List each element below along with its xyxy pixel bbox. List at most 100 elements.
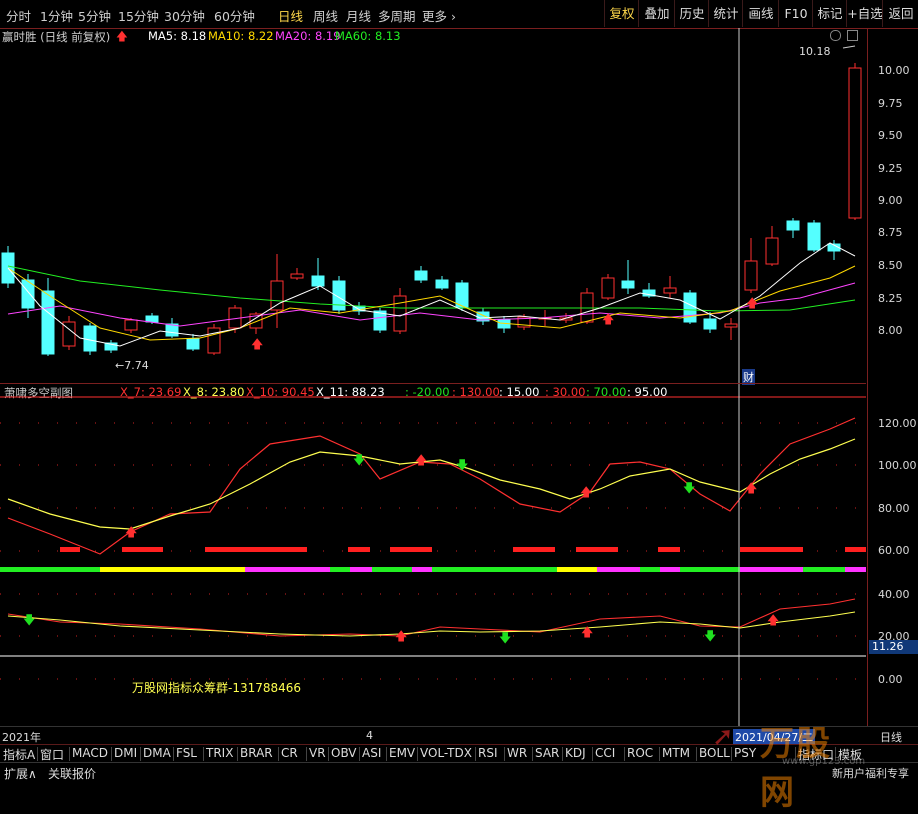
candle-body (311, 275, 325, 287)
tab-separator (562, 747, 563, 761)
trend-band (803, 567, 845, 572)
candle-body (765, 237, 779, 265)
trend-band (330, 567, 350, 572)
indicator-tab-14[interactable]: RSI (478, 746, 498, 760)
indicator-tick-label: 120.00 (878, 417, 917, 430)
period-tab-5[interactable]: 60分钟 (214, 6, 255, 25)
period-tab-3[interactable]: 15分钟 (118, 6, 159, 25)
indicator-tab-1[interactable]: 窗口 (40, 746, 64, 763)
buy-arrow-icon: 🡅 (746, 296, 758, 310)
candle-body (270, 280, 284, 311)
toolbar-button-4[interactable]: 画线 (742, 0, 779, 27)
price-tick-label: 10.00 (878, 64, 910, 77)
indicator-tab-9[interactable]: VR (309, 746, 326, 760)
tab-separator (475, 747, 476, 761)
trend-band (660, 567, 680, 572)
signal-bar (740, 547, 803, 552)
indicator-panel[interactable]: 萧啸多空副图 X_7: 23.69 X_8: 23.80 X_10: 90.45 X_… (0, 384, 866, 726)
candle-body (145, 315, 159, 323)
indicator-tick-label: 80.00 (878, 502, 910, 515)
tab-separator (203, 747, 204, 761)
period-tab-10[interactable]: 更多 › (422, 6, 456, 25)
buy-arrow-icon: 🡅 (602, 312, 614, 326)
sell-arrow-icon: 🡇 (499, 631, 511, 645)
indicator-tick-label: 100.00 (878, 459, 917, 472)
candle-body (124, 319, 138, 331)
date-year: 2021年 (2, 731, 41, 744)
main-kline-panel[interactable]: 赢时胜 (日线 前复权) 🡅 MA5: 8.18 MA10: 8.22 MA20: … (0, 28, 866, 385)
indicator-tab-6[interactable]: TRIX (206, 746, 233, 760)
candle-body (807, 222, 821, 251)
signal-bar (513, 547, 555, 552)
x11-line (7, 438, 856, 530)
toolbar-button-1[interactable]: 叠加 (638, 0, 675, 27)
price-tick-label: 9.50 (878, 129, 903, 142)
high-pointer (842, 45, 856, 49)
toolbar-button-0[interactable]: 复权 (604, 0, 639, 27)
indicator-tab-11[interactable]: ASI (362, 746, 381, 760)
period-tab-4[interactable]: 30分钟 (164, 6, 205, 25)
candle-body (703, 318, 717, 330)
period-tab-9[interactable]: 多周期 (378, 6, 416, 25)
tab-separator (173, 747, 174, 761)
indicator-tab-3[interactable]: DMI (114, 746, 137, 760)
period-tab-0[interactable]: 分时 (6, 6, 31, 25)
candle-body (41, 290, 55, 355)
site-logo: ➚ 万股网 www.gp123.com (712, 718, 865, 813)
indicator-tab-20[interactable]: MTM (662, 746, 690, 760)
indicator-chart[interactable]: 🡇 🡅 🡇 🡅 🡇 🡅 🡅 🡇 🡅 🡇 🡅 🡇 🡅 (0, 384, 866, 726)
date-month: 4 (366, 729, 373, 742)
indicator-tab-12[interactable]: EMV (389, 746, 415, 760)
period-tab-2[interactable]: 5分钟 (78, 6, 111, 25)
toolbar-button-7[interactable]: +自选 (846, 0, 883, 27)
sell-arrow-icon: 🡇 (23, 613, 35, 627)
indicator-tab-13[interactable]: VOL-TDX (420, 746, 472, 760)
indicator-tab-8[interactable]: CR (281, 746, 298, 760)
signal-bar (205, 547, 307, 552)
indicator-tab-17[interactable]: KDJ (565, 746, 586, 760)
signal-bar (348, 547, 370, 552)
expand-button[interactable]: 扩展∧ (4, 765, 37, 782)
tab-separator (359, 747, 360, 761)
toolbar-button-6[interactable]: 标记 (812, 0, 847, 27)
ma-line (7, 282, 856, 327)
indicator-tab-19[interactable]: ROC (627, 746, 653, 760)
period-tab-8[interactable]: 月线 (346, 6, 371, 25)
candle-body (207, 327, 221, 354)
period-tab-6[interactable]: 日线 (278, 6, 303, 25)
indicator-tab-10[interactable]: OBV (331, 746, 357, 760)
kline-chart[interactable]: 🡅 🡅 🡅 (0, 28, 866, 383)
signal-bar (122, 547, 163, 552)
indicator-tab-18[interactable]: CCI (595, 746, 615, 760)
tab-separator (417, 747, 418, 761)
price-tick-label: 9.25 (878, 162, 903, 175)
signal-bar (60, 547, 80, 552)
candle-body (601, 277, 615, 299)
buy-arrow-icon: 🡅 (767, 613, 779, 627)
period-label: 日线 (880, 731, 902, 744)
indicator-tab-4[interactable]: DMA (143, 746, 171, 760)
panel-collapse-icon[interactable] (847, 30, 858, 41)
indicator-tab-16[interactable]: SAR (535, 746, 559, 760)
indicator-tab-5[interactable]: FSL (176, 746, 197, 760)
tab-separator (328, 747, 329, 761)
period-tab-7[interactable]: 周线 (313, 6, 338, 25)
toolbar-button-2[interactable]: 历史 (674, 0, 709, 27)
sell-arrow-icon: 🡇 (353, 453, 365, 467)
indicator-tab-0[interactable]: 指标A (3, 746, 35, 763)
indicator-tab-2[interactable]: MACD (72, 746, 108, 760)
tab-separator (111, 747, 112, 761)
tab-separator (696, 747, 697, 761)
period-tab-1[interactable]: 1分钟 (40, 6, 73, 25)
price-tick-label: 8.25 (878, 292, 903, 305)
indicator-tab-7[interactable]: BRAR (240, 746, 273, 760)
toolbar-button-3[interactable]: 统计 (708, 0, 743, 27)
toolbar-button-8[interactable]: 返回 (882, 0, 918, 27)
sell-arrow-icon: 🡇 (456, 458, 468, 472)
toolbar-button-5[interactable]: F10 (778, 0, 813, 27)
indicator-tab-15[interactable]: WR (507, 746, 527, 760)
signal-bar (845, 547, 866, 552)
panel-option-icon[interactable] (830, 30, 841, 41)
buy-arrow-icon: 🡅 (580, 485, 592, 499)
related-quote-button[interactable]: 关联报价 (48, 765, 96, 782)
